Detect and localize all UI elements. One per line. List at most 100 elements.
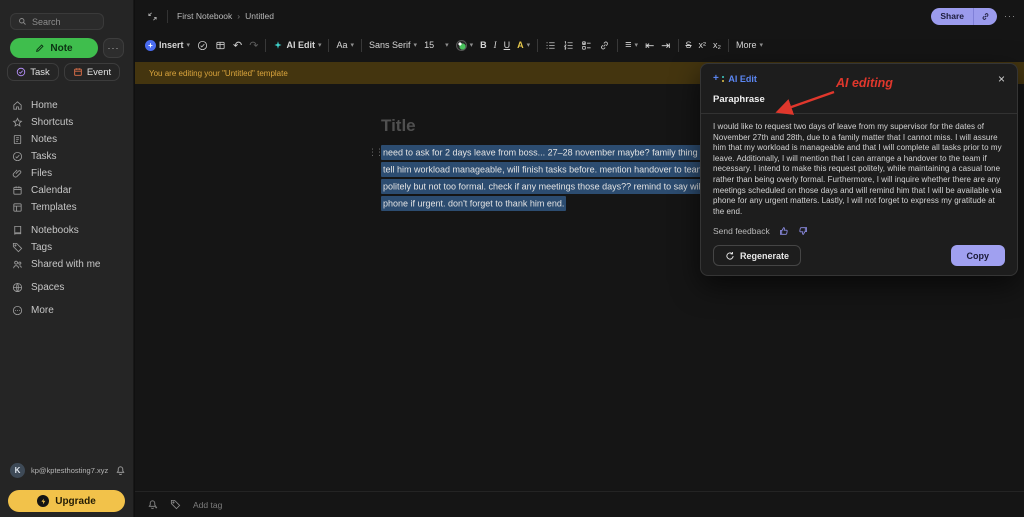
- insert-button[interactable]: + Insert ▾: [145, 40, 190, 51]
- subscript-button[interactable]: x₂: [713, 40, 721, 50]
- add-tag-icon[interactable]: [170, 499, 181, 510]
- italic-button[interactable]: I: [494, 40, 497, 50]
- format-toolbar: + Insert ▾ ↶ ↷ AI Edit ▾ Aa▾ Sans Serif▾…: [135, 32, 1024, 58]
- numbered-list-button[interactable]: [563, 40, 574, 51]
- sidebar: Search Note ··· Task Event Home Shortcut…: [0, 0, 134, 517]
- sparkle-icon: [273, 40, 283, 50]
- sidebar-item-tags[interactable]: Tags: [0, 239, 133, 256]
- highlight-label: A: [517, 40, 524, 50]
- sidebar-item-label: Shared with me: [31, 259, 100, 270]
- notifications-bell-icon[interactable]: [115, 465, 126, 476]
- sidebar-item-label: Tags: [31, 242, 52, 253]
- underline-button[interactable]: U: [504, 40, 511, 50]
- link-button[interactable]: [599, 40, 610, 51]
- sidebar-item-label: Notes: [31, 134, 57, 145]
- people-icon: [12, 259, 23, 270]
- strikethrough-button[interactable]: S: [686, 40, 692, 50]
- regenerate-button[interactable]: Regenerate: [713, 245, 801, 266]
- insert-table-button[interactable]: [215, 40, 226, 51]
- sidebar-item-shortcuts[interactable]: Shortcuts: [0, 114, 133, 131]
- account-row[interactable]: K kp@kptesthosting7.xyz: [10, 463, 126, 478]
- sidebar-item-calendar[interactable]: Calendar: [0, 182, 133, 199]
- highlight-button[interactable]: A▾: [517, 40, 530, 50]
- sidebar-item-label: Tasks: [31, 151, 57, 162]
- chevron-down-icon: ▾: [635, 42, 639, 49]
- superscript-button[interactable]: x²: [699, 40, 707, 50]
- font-family-select[interactable]: Sans Serif▾: [369, 40, 417, 50]
- sidebar-item-home[interactable]: Home: [0, 97, 133, 114]
- new-event-label: Event: [87, 67, 111, 78]
- search-icon: [18, 17, 27, 26]
- send-feedback-label: Send feedback: [713, 226, 770, 236]
- block-drag-handle-icon[interactable]: ⋮⋮: [368, 147, 382, 158]
- ai-edit-button[interactable]: AI Edit ▾: [273, 40, 321, 50]
- divider: [728, 39, 729, 52]
- insert-task-button[interactable]: [197, 40, 208, 51]
- breadcrumb-notebook[interactable]: First Notebook: [177, 11, 232, 21]
- note-title-placeholder[interactable]: Title: [381, 116, 416, 136]
- divider: [537, 39, 538, 52]
- text-color-button[interactable]: ▾: [456, 40, 474, 51]
- share-button[interactable]: Share: [931, 8, 997, 25]
- note-footer-bar: Add tag: [135, 491, 1024, 517]
- search-input[interactable]: Search: [10, 13, 104, 30]
- new-task-label: Task: [30, 67, 50, 78]
- upgrade-button[interactable]: Upgrade: [8, 490, 125, 512]
- sidebar-item-notes[interactable]: Notes: [0, 131, 133, 148]
- add-tag-input[interactable]: Add tag: [193, 500, 222, 510]
- align-button[interactable]: ≡▾: [625, 39, 638, 51]
- add-reminder-bell-icon[interactable]: [147, 499, 158, 510]
- ai-panel-title: + AI Edit: [713, 74, 757, 84]
- bullet-list-button[interactable]: [545, 40, 556, 51]
- sidebar-item-spaces[interactable]: Spaces: [0, 279, 133, 296]
- insert-label: Insert: [159, 40, 184, 50]
- refresh-icon: [725, 251, 735, 261]
- indent-button[interactable]: ⇥: [661, 39, 670, 52]
- sidebar-item-shared-with-me[interactable]: Shared with me: [0, 256, 133, 273]
- more-formatting-button[interactable]: More▾: [736, 40, 763, 50]
- search-placeholder: Search: [32, 17, 61, 27]
- sidebar-item-notebooks[interactable]: Notebooks: [0, 222, 133, 239]
- text-style-button[interactable]: Aa▾: [336, 40, 354, 50]
- bold-button[interactable]: B: [480, 40, 487, 50]
- sidebar-item-files[interactable]: Files: [0, 165, 133, 182]
- feedback-row: Send feedback: [713, 226, 1005, 236]
- ai-result-text: I would like to request two days of leav…: [713, 122, 1005, 217]
- checklist-button[interactable]: [581, 40, 592, 51]
- new-note-button[interactable]: Note: [10, 38, 98, 58]
- breadcrumb-page[interactable]: Untitled: [245, 11, 274, 21]
- divider: [617, 39, 618, 52]
- more-circle-icon: [12, 305, 23, 316]
- sidebar-item-tasks[interactable]: Tasks: [0, 148, 133, 165]
- undo-button[interactable]: ↶: [233, 39, 242, 52]
- calendar-icon: [12, 185, 23, 196]
- new-task-button[interactable]: Task: [7, 63, 59, 81]
- regenerate-label: Regenerate: [740, 251, 789, 261]
- share-label: Share: [931, 11, 973, 21]
- chevron-down-icon: ▾: [351, 42, 355, 49]
- sidebar-item-label: Files: [31, 168, 52, 179]
- sidebar-item-templates[interactable]: Templates: [0, 199, 133, 216]
- banner-text: You are editing your "Untitled" template: [149, 69, 288, 78]
- outdent-button[interactable]: ⇤: [645, 39, 654, 52]
- copy-button[interactable]: Copy: [951, 245, 1006, 266]
- new-event-button[interactable]: Event: [64, 63, 120, 81]
- topbar-more-button[interactable]: ···: [1004, 11, 1016, 21]
- collapse-sidebar-icon[interactable]: [147, 11, 158, 22]
- note-options-button[interactable]: ···: [103, 38, 124, 58]
- font-size-select[interactable]: 15▾: [424, 40, 449, 50]
- thumbs-down-icon[interactable]: [798, 226, 808, 236]
- divider: [265, 39, 266, 52]
- star-icon: [12, 117, 23, 128]
- close-icon[interactable]: ×: [998, 73, 1005, 85]
- template-icon: [12, 202, 23, 213]
- redo-button[interactable]: ↷: [249, 39, 258, 52]
- event-icon: [73, 67, 83, 77]
- divider: [678, 39, 679, 52]
- sidebar-nav: Home Shortcuts Notes Tasks Files Calenda…: [0, 97, 133, 319]
- sidebar-item-more[interactable]: More: [0, 302, 133, 319]
- thumbs-up-icon[interactable]: [779, 226, 789, 236]
- share-link-icon[interactable]: [974, 12, 997, 21]
- annotation-text: AI editing: [836, 76, 893, 90]
- breadcrumb: First Notebook › Untitled: [177, 11, 274, 21]
